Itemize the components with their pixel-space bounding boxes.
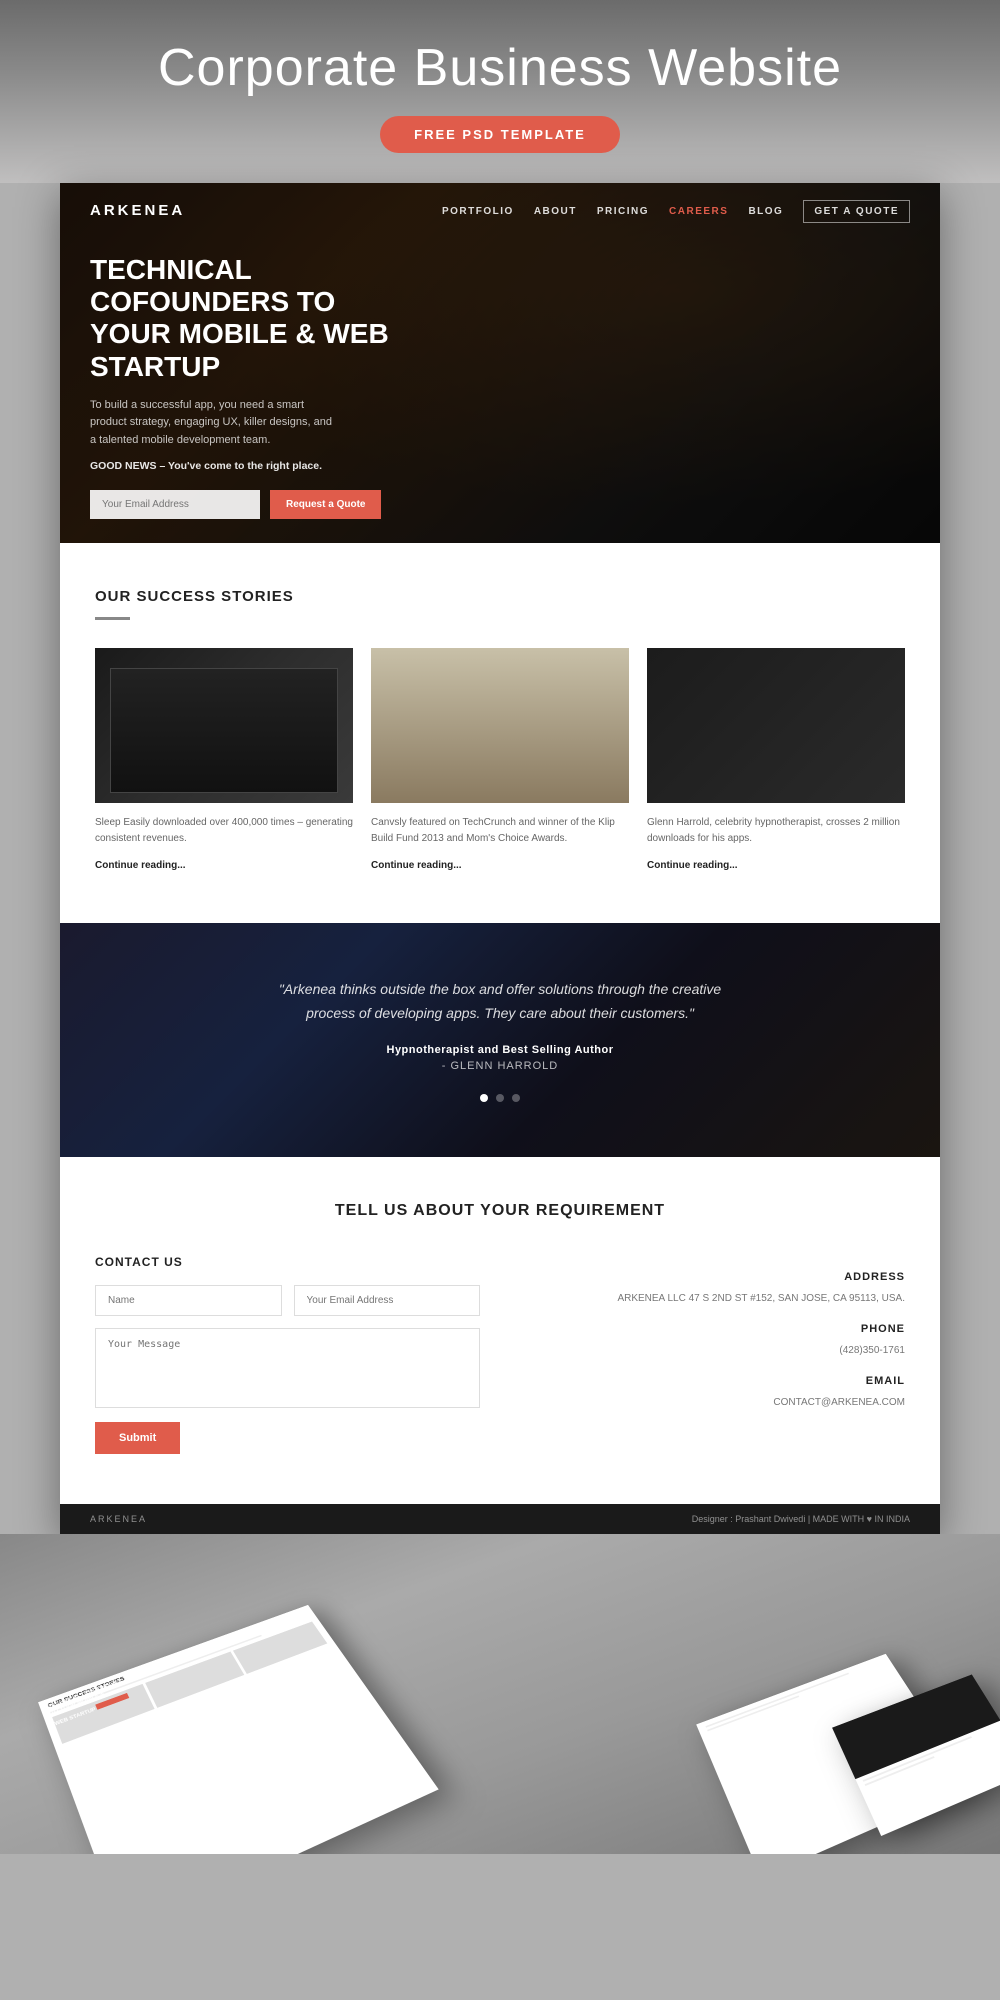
testimonial-author: Hypnotherapist and Best Selling Author	[120, 1044, 880, 1056]
mockup-block-3	[233, 1621, 328, 1674]
continue-reading-1[interactable]: Continue reading...	[95, 860, 186, 871]
nav-link-portfolio[interactable]: PORTFOLIO	[442, 206, 514, 217]
mockup-3d-area: TECHNICAL COFOUNDERSTO YOUR MOBILE &WEB …	[0, 1534, 1000, 1854]
section-divider	[95, 617, 130, 620]
mockup-inner-grid	[52, 1621, 327, 1743]
hero-email-input[interactable]	[90, 490, 260, 519]
footer-credit: Designer : Prashant Dwivedi | MADE WITH …	[692, 1514, 910, 1524]
contact-section: TELL US ABOUT YOUR REQUIREMENT CONTACT U…	[60, 1157, 940, 1504]
hero-quote-button[interactable]: Request a Quote	[270, 490, 381, 519]
contact-section-title: TELL US ABOUT YOUR REQUIREMENT	[95, 1202, 905, 1220]
message-textarea[interactable]	[95, 1328, 480, 1408]
contact-name-email-row	[95, 1285, 480, 1316]
continue-reading-2[interactable]: Continue reading...	[371, 860, 462, 871]
nav-link-careers[interactable]: CAREERS	[669, 206, 728, 217]
hero-good-news: GOOD NEWS – You've come to the right pla…	[90, 460, 910, 472]
mockup-right-line-1	[705, 1672, 849, 1727]
contact-us-label: CONTACT US	[95, 1255, 480, 1269]
perspective-container: TECHNICAL COFOUNDERSTO YOUR MOBILE &WEB …	[0, 1554, 1000, 1854]
story-image-2	[371, 648, 629, 803]
nav-link-about[interactable]: ABOUT	[534, 206, 577, 217]
mockup-right-line-2	[707, 1695, 799, 1731]
mockup-card-main: TECHNICAL COFOUNDERSTO YOUR MOBILE &WEB …	[38, 1604, 439, 1853]
story-card-2: Canvsly featured on TechCrunch and winne…	[371, 648, 629, 873]
nav-item-portfolio[interactable]: PORTFOLIO	[442, 201, 514, 219]
nav-item-pricing[interactable]: PRICING	[597, 201, 649, 219]
page-title: Corporate Business Website	[20, 38, 980, 98]
phone-text: (428)350-1761	[520, 1343, 905, 1359]
story-card-3: Glenn Harrold, celebrity hypnotherapist,…	[647, 648, 905, 873]
dot-1[interactable]	[480, 1094, 488, 1102]
main-nav: ARKENEA PORTFOLIO ABOUT PRICING CAREERS …	[60, 183, 940, 219]
phone-label: PHONE	[520, 1323, 905, 1335]
dot-3[interactable]	[512, 1094, 520, 1102]
name-input[interactable]	[95, 1285, 282, 1316]
free-psd-button[interactable]: FREE PSD TEMPLATE	[380, 116, 620, 153]
dot-2[interactable]	[496, 1094, 504, 1102]
story-card-1: Sleep Easily downloaded over 400,000 tim…	[95, 648, 353, 873]
website-mockup: ARKENEA PORTFOLIO ABOUT PRICING CAREERS …	[60, 183, 940, 1534]
submit-button[interactable]: Submit	[95, 1422, 180, 1454]
nav-links: PORTFOLIO ABOUT PRICING CAREERS BLOG GET…	[442, 201, 910, 219]
hero-subtext: To build a successful app, you need a sm…	[90, 397, 340, 450]
testimonial-dots	[120, 1094, 880, 1102]
story-image-3	[647, 648, 905, 803]
hero-headline: TECHNICAL COFOUNDERS TO YOUR MOBILE & WE…	[90, 254, 410, 383]
story-desc-3: Glenn Harrold, celebrity hypnotherapist,…	[647, 815, 905, 847]
footer-logo: ARKENEA	[90, 1514, 147, 1524]
address-text: ARKENEA LLC 47 S 2ND ST #152, SAN JOSE, …	[520, 1291, 905, 1307]
story-desc-2: Canvsly featured on TechCrunch and winne…	[371, 815, 629, 847]
contact-info-area: ADDRESS ARKENEA LLC 47 S 2ND ST #152, SA…	[520, 1255, 905, 1454]
testimonial-section: "Arkenea thinks outside the box and offe…	[60, 923, 940, 1157]
nav-item-blog[interactable]: BLOG	[748, 201, 783, 219]
hero-form: Request a Quote	[90, 490, 910, 519]
nav-logo: ARKENEA	[90, 202, 185, 219]
nav-item-about[interactable]: ABOUT	[534, 201, 577, 219]
contact-form-area: CONTACT US Submit	[95, 1255, 480, 1454]
stories-grid: Sleep Easily downloaded over 400,000 tim…	[95, 648, 905, 873]
success-section: OUR SUCCESS STORIES Sleep Easily downloa…	[60, 543, 940, 923]
footer-bar: ARKENEA Designer : Prashant Dwivedi | MA…	[60, 1504, 940, 1534]
nav-link-blog[interactable]: BLOG	[748, 206, 783, 217]
email-label: EMAIL	[520, 1375, 905, 1387]
story-image-1	[95, 648, 353, 803]
good-news-label: GOOD NEWS	[90, 460, 157, 472]
address-label: ADDRESS	[520, 1271, 905, 1283]
testimonial-quote: "Arkenea thinks outside the box and offe…	[260, 978, 740, 1026]
nav-link-pricing[interactable]: PRICING	[597, 206, 649, 217]
success-section-title: OUR SUCCESS STORIES	[95, 588, 905, 605]
hero-section: ARKENEA PORTFOLIO ABOUT PRICING CAREERS …	[60, 183, 940, 543]
continue-reading-3[interactable]: Continue reading...	[647, 860, 738, 871]
testimonial-name: - GLENN HARROLD	[120, 1060, 880, 1072]
story-desc-1: Sleep Easily downloaded over 400,000 tim…	[95, 815, 353, 847]
nav-item-careers[interactable]: CAREERS	[669, 201, 728, 219]
contact-layout: CONTACT US Submit ADDRESS ARKENEA LLC 47…	[95, 1255, 905, 1454]
hero-content: TECHNICAL COFOUNDERS TO YOUR MOBILE & WE…	[60, 219, 940, 519]
page-header: Corporate Business Website FREE PSD TEMP…	[0, 0, 1000, 183]
email-input[interactable]	[294, 1285, 481, 1316]
mockup-inner-content: OUR SUCCESS STORIES	[38, 1604, 336, 1751]
nav-item-quote[interactable]: GET A QUOTE	[803, 201, 910, 219]
email-text: CONTACT@ARKENEA.COM	[520, 1395, 905, 1411]
good-news-text: – You've come to the right place.	[159, 460, 322, 472]
